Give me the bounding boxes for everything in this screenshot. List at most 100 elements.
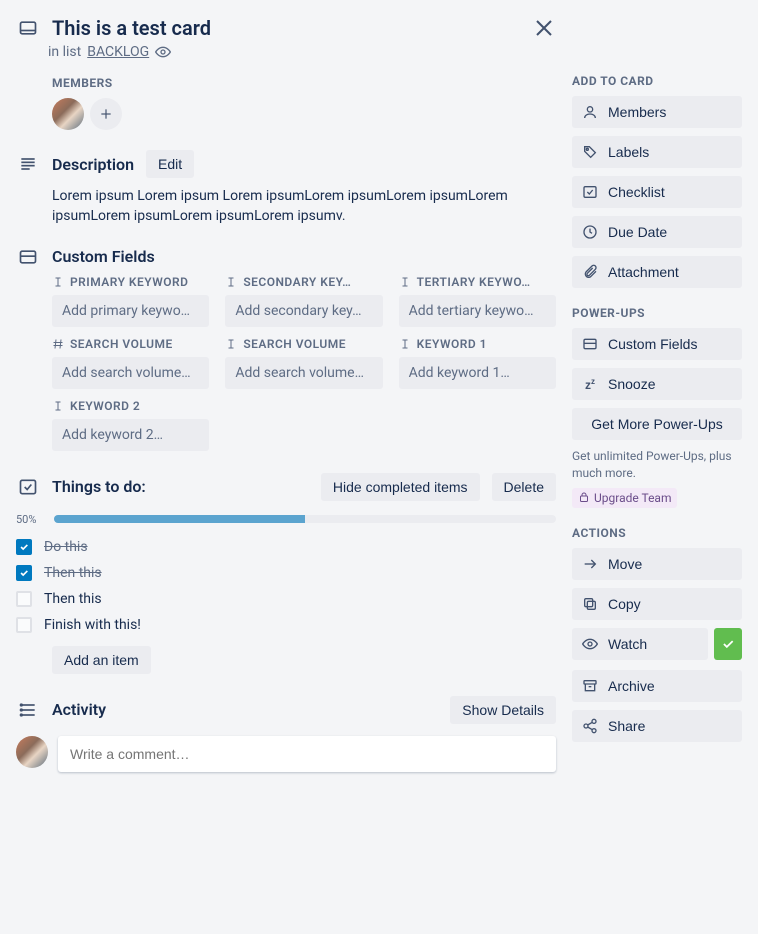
tag-icon [582, 144, 598, 160]
arrow-right-icon [582, 556, 598, 572]
archive-button-label: Archive [608, 678, 655, 694]
custom-field: TERTIARY KEYWO… Add tertiary keywo… [399, 275, 556, 327]
share-button[interactable]: Share [572, 710, 742, 742]
custom-field-label: PRIMARY KEYWORD [52, 275, 209, 289]
member-avatar[interactable] [52, 98, 84, 130]
field-type-icon [399, 276, 411, 288]
checklist-item-text[interactable]: Do this [44, 539, 88, 555]
in-list-prefix: in list [48, 44, 81, 60]
description-heading: Description [52, 155, 134, 174]
custom-fields-icon [16, 247, 40, 267]
archive-icon [582, 678, 598, 694]
members-section: MEMBERS [52, 76, 556, 130]
checklist-item[interactable]: Then this [16, 586, 556, 612]
custom-field-input[interactable]: Add search volume… [52, 357, 209, 389]
progress-percent: 50% [16, 513, 46, 526]
delete-checklist-button[interactable]: Delete [492, 473, 556, 501]
custom-field: SECONDARY KEY… Add secondary key… [225, 275, 382, 327]
checklist-item[interactable]: Do this [16, 534, 556, 560]
activity-icon [16, 700, 40, 720]
user-icon [582, 104, 598, 120]
checklist-button[interactable]: Checklist [572, 176, 742, 208]
field-type-icon [52, 338, 64, 350]
snooze-icon: zz [582, 377, 598, 392]
custom-field: KEYWORD 2 Add keyword 2… [52, 399, 209, 451]
card-icon [16, 18, 40, 38]
checklist-item[interactable]: Finish with this! [16, 612, 556, 638]
watch-button[interactable]: Watch [572, 628, 708, 660]
activity-heading: Activity [52, 700, 438, 719]
upgrade-team-button[interactable]: Upgrade Team [572, 488, 677, 508]
custom-fields-heading: Custom Fields [52, 247, 155, 266]
due-date-button-label: Due Date [608, 224, 667, 240]
watch-button-label: Watch [608, 636, 647, 652]
comment-input[interactable] [58, 736, 556, 772]
list-name-link[interactable]: BACKLOG [87, 44, 149, 60]
copy-button[interactable]: Copy [572, 588, 742, 620]
checklist-item-text[interactable]: Finish with this! [44, 617, 141, 633]
get-more-powerups-button[interactable]: Get More Power-Ups [572, 408, 742, 440]
description-icon [16, 154, 40, 174]
snooze-button[interactable]: zz Snooze [572, 368, 742, 400]
custom-field-input[interactable]: Add keyword 1… [399, 357, 556, 389]
add-checklist-item-button[interactable]: Add an item [52, 646, 151, 674]
archive-button[interactable]: Archive [572, 670, 742, 702]
custom-field-input[interactable]: Add keyword 2… [52, 419, 209, 451]
custom-field-label: SEARCH VOLUME [225, 337, 382, 351]
hide-completed-button[interactable]: Hide completed items [321, 473, 480, 501]
due-date-button[interactable]: Due Date [572, 216, 742, 248]
checklist-title[interactable]: Things to do: [52, 477, 309, 496]
snooze-button-label: Snooze [608, 376, 655, 392]
custom-fields-button[interactable]: Custom Fields [572, 328, 742, 360]
custom-field-label: KEYWORD 1 [399, 337, 556, 351]
custom-field: SEARCH VOLUME Add search volume… [225, 337, 382, 389]
custom-field-input[interactable]: Add search volume… [225, 357, 382, 389]
clock-icon [582, 224, 598, 240]
checklist-checkbox[interactable] [16, 617, 32, 633]
members-heading: MEMBERS [52, 76, 556, 90]
custom-field-input[interactable]: Add secondary key… [225, 295, 382, 327]
labels-button[interactable]: Labels [572, 136, 742, 168]
checklist-item-text[interactable]: Then this [44, 565, 102, 581]
attachment-button[interactable]: Attachment [572, 256, 742, 288]
checklist-item[interactable]: Then this [16, 560, 556, 586]
share-icon [582, 718, 598, 734]
labels-button-label: Labels [608, 144, 649, 160]
custom-fields-section: Custom Fields PRIMARY KEYWORD Add primary… [16, 247, 556, 451]
powerups-heading: POWER-UPS [572, 306, 742, 320]
edit-description-button[interactable]: Edit [146, 150, 194, 178]
activity-section: Activity Show Details [16, 696, 556, 772]
attachment-button-label: Attachment [608, 264, 679, 280]
progress-fill [54, 515, 305, 523]
checklist-checkbox[interactable] [16, 539, 32, 555]
custom-field: PRIMARY KEYWORD Add primary keywo… [52, 275, 209, 327]
checklist-checkbox[interactable] [16, 591, 32, 607]
custom-field-input[interactable]: Add primary keywo… [52, 295, 209, 327]
actions-group: ACTIONS Move Copy Watch Archive [572, 526, 742, 742]
custom-field-label: SECONDARY KEY… [225, 275, 382, 289]
current-user-avatar[interactable] [16, 736, 48, 768]
watching-indicator[interactable] [714, 628, 742, 660]
attachment-icon [582, 264, 598, 280]
custom-field-input[interactable]: Add tertiary keywo… [399, 295, 556, 327]
show-details-button[interactable]: Show Details [450, 696, 556, 724]
close-button[interactable] [532, 16, 556, 40]
members-button[interactable]: Members [572, 96, 742, 128]
checklist-button-label: Checklist [608, 184, 665, 200]
checklist-checkbox[interactable] [16, 565, 32, 581]
card-title[interactable]: This is a test card [52, 16, 211, 40]
move-button[interactable]: Move [572, 548, 742, 580]
add-member-button[interactable] [90, 98, 122, 130]
description-text[interactable]: Lorem ipsum Lorem ipsum Lorem ipsumLorem… [52, 186, 556, 227]
copy-icon [582, 596, 598, 612]
custom-field-label: TERTIARY KEYWO… [399, 275, 556, 289]
share-button-label: Share [608, 718, 645, 734]
field-type-icon [225, 338, 237, 350]
powerups-group: POWER-UPS Custom Fields zz Snooze Get Mo… [572, 306, 742, 508]
custom-field-label: KEYWORD 2 [52, 399, 209, 413]
checklist-item-text[interactable]: Then this [44, 591, 102, 607]
field-type-icon [225, 276, 237, 288]
checklist-icon [16, 477, 40, 497]
custom-field: SEARCH VOLUMEAdd search volume… [52, 337, 209, 389]
field-type-icon [52, 400, 64, 412]
